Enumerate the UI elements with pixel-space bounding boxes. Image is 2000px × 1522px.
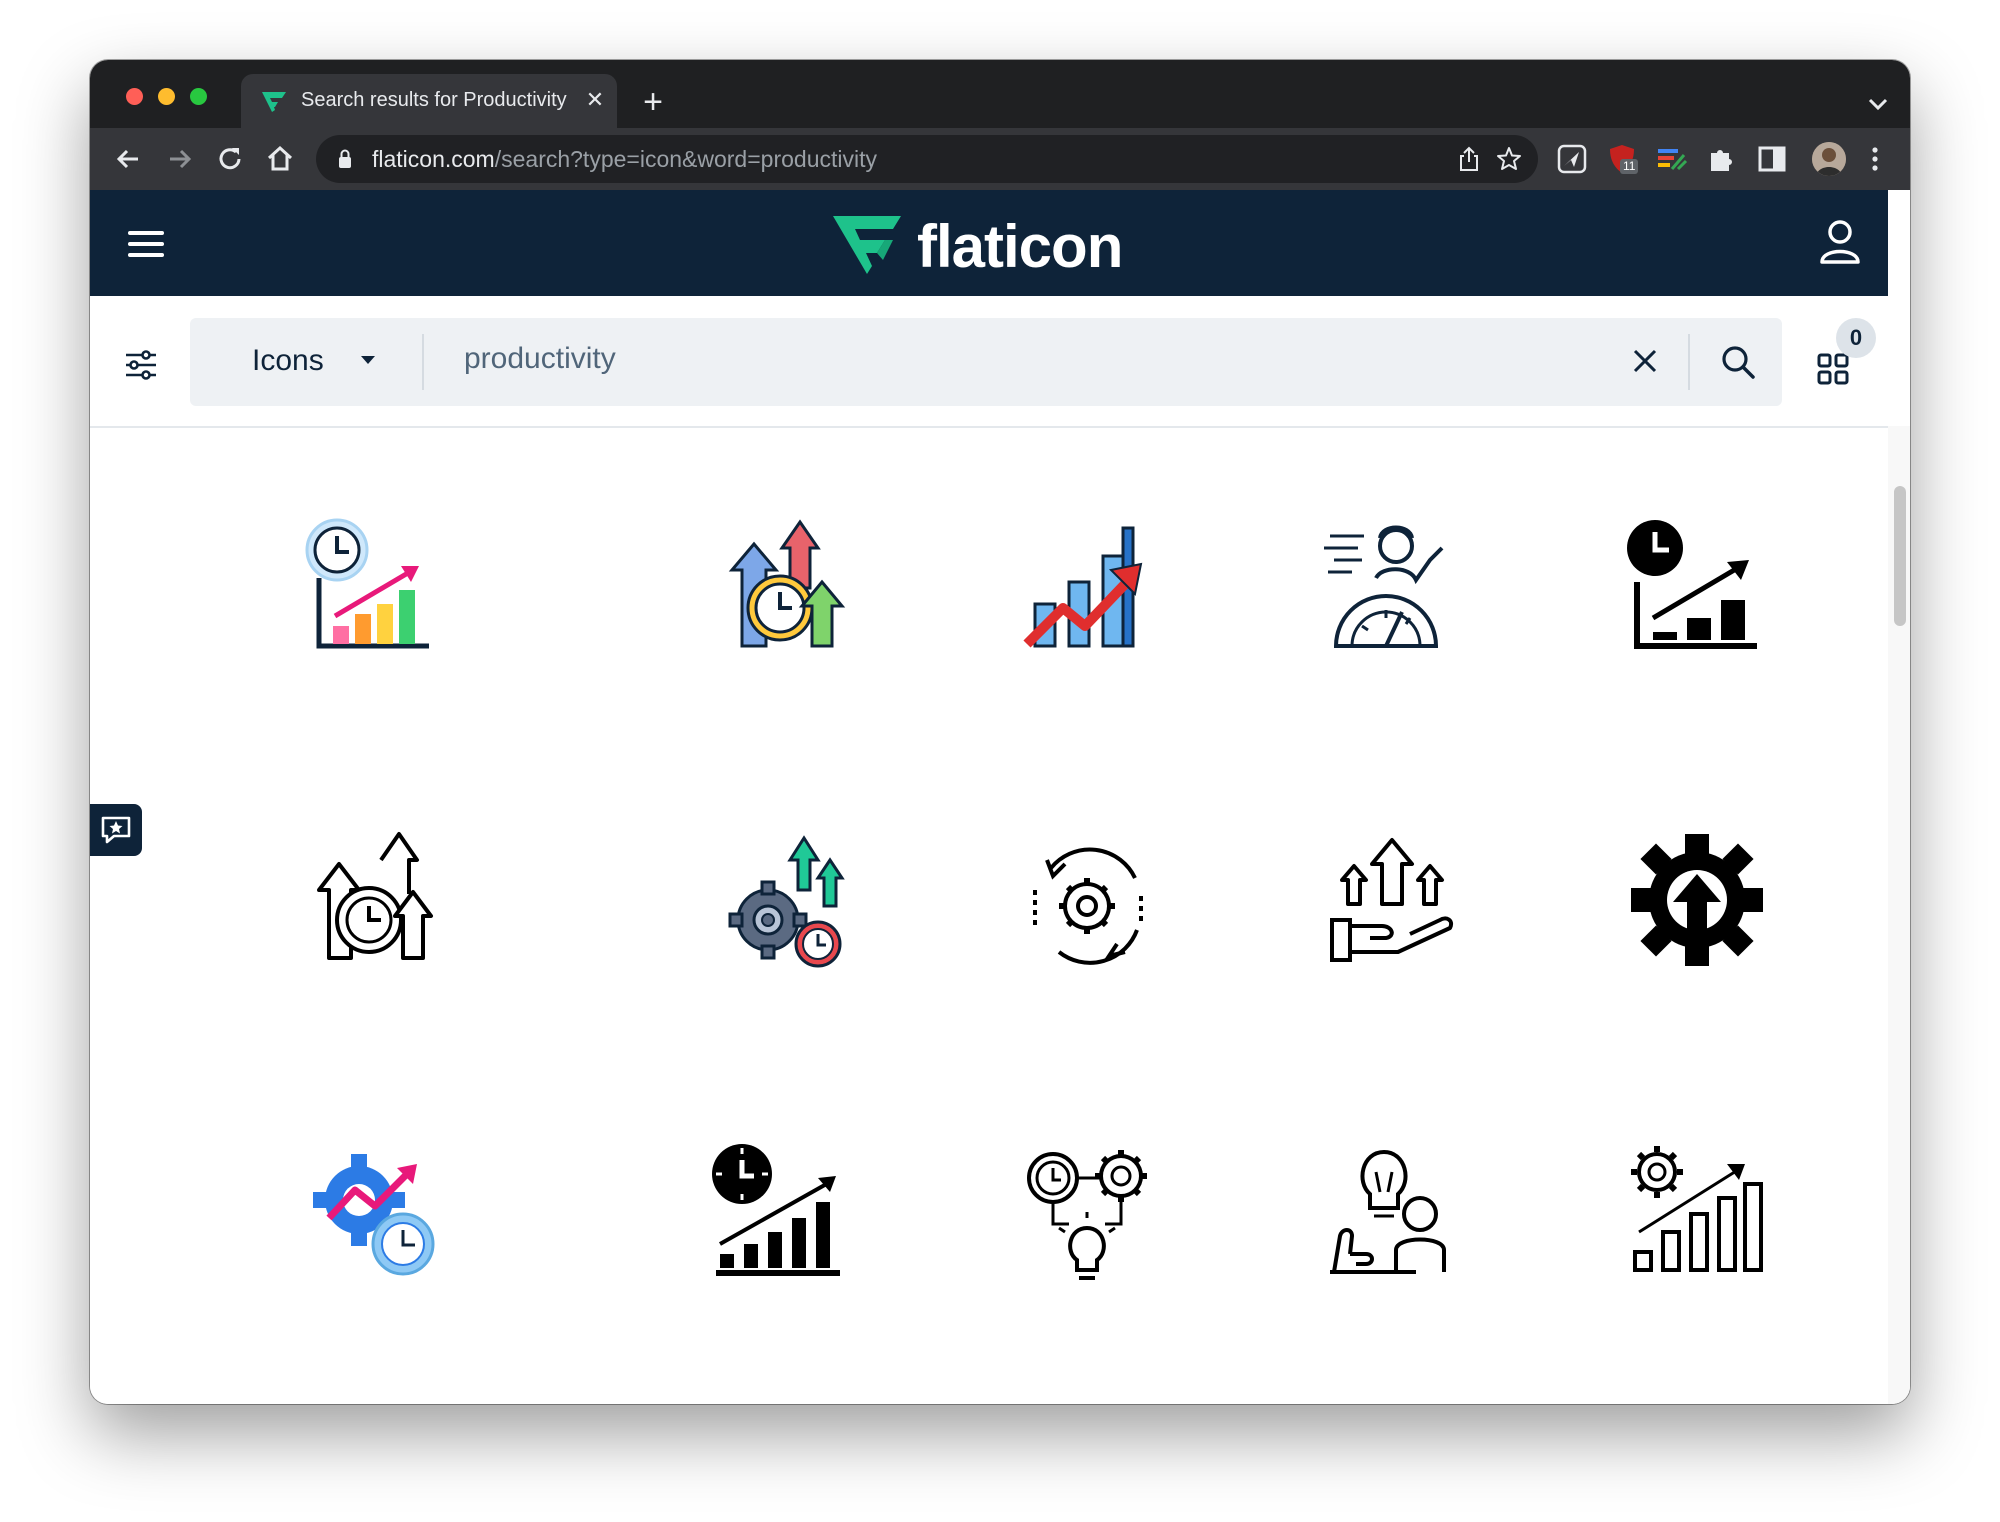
clear-search-icon[interactable] bbox=[1630, 346, 1660, 376]
close-window-button[interactable] bbox=[126, 88, 143, 105]
search-bar-row: Icons productivity 0 bbox=[90, 296, 1888, 428]
icon-result-12[interactable] bbox=[702, 1132, 862, 1292]
icon-result-9[interactable] bbox=[1312, 820, 1472, 980]
forward-arrow-icon[interactable] bbox=[164, 143, 196, 175]
icon-result-5[interactable] bbox=[1617, 508, 1777, 668]
title-bar: Search results for Productivity ✕ + bbox=[90, 60, 1910, 128]
extension-badge: 11 bbox=[1620, 159, 1639, 174]
icon-result-2[interactable] bbox=[702, 508, 862, 668]
search-input[interactable]: productivity bbox=[464, 342, 616, 376]
tab-title: Search results for Productivity bbox=[301, 89, 567, 111]
search-divider bbox=[422, 334, 424, 390]
hand-arrows-icon bbox=[1330, 838, 1453, 962]
lock-icon[interactable] bbox=[338, 149, 352, 169]
clock-gear-bulb-icon bbox=[1027, 1150, 1147, 1280]
flaticon-logo[interactable]: flaticon bbox=[833, 213, 1145, 280]
time-growth-chart-icon bbox=[305, 518, 429, 649]
search-icon[interactable] bbox=[1720, 344, 1756, 380]
flaticon-favicon-icon bbox=[262, 92, 286, 112]
clock-arrows-outline-icon bbox=[317, 832, 433, 960]
site-header: flaticon bbox=[90, 190, 1888, 296]
send-extension-icon[interactable] bbox=[1556, 143, 1588, 175]
person-idea-icon bbox=[1330, 1149, 1446, 1274]
browser-tab-active[interactable]: Search results for Productivity ✕ bbox=[241, 74, 617, 128]
tab-search-chevron-icon[interactable] bbox=[1866, 94, 1890, 114]
collection-grid-icon[interactable] bbox=[1816, 352, 1850, 386]
browser-menu-icon[interactable] bbox=[1868, 143, 1882, 175]
new-tab-button[interactable]: + bbox=[636, 85, 670, 120]
reload-icon[interactable] bbox=[214, 143, 246, 175]
icon-result-14[interactable] bbox=[1312, 1132, 1472, 1292]
url-domain: flaticon.com bbox=[372, 146, 495, 172]
scrollbar-thumb[interactable] bbox=[1894, 486, 1906, 626]
gear-upload-icon bbox=[1631, 834, 1763, 966]
browser-window: Search results for Productivity ✕ + flat… bbox=[90, 60, 1910, 1404]
maximize-window-button[interactable] bbox=[190, 88, 207, 105]
icon-result-8[interactable] bbox=[1007, 820, 1167, 980]
clock-stairs-chart-icon bbox=[712, 1144, 840, 1276]
logo-wordmark: flaticon bbox=[917, 213, 1123, 280]
filters-sliders-icon[interactable] bbox=[124, 350, 158, 380]
fast-worker-icon bbox=[1324, 525, 1444, 648]
feedback-star-icon bbox=[101, 816, 131, 844]
flaticon-logo-mark-icon bbox=[833, 216, 901, 274]
side-panel-icon[interactable] bbox=[1756, 143, 1788, 175]
bar-chart-trend-icon bbox=[1023, 526, 1143, 648]
back-arrow-icon[interactable] bbox=[112, 143, 144, 175]
gear-trend-clock-icon bbox=[313, 1154, 435, 1276]
profile-avatar[interactable] bbox=[1812, 142, 1846, 176]
icon-result-15[interactable] bbox=[1617, 1132, 1777, 1292]
home-icon[interactable] bbox=[264, 143, 296, 175]
url-path: /search?type=icon&word=productivity bbox=[494, 146, 877, 172]
puzzle-extensions-icon[interactable] bbox=[1706, 143, 1738, 175]
ublock-extension-icon[interactable]: 11 bbox=[1606, 143, 1639, 175]
page-viewport: flaticon Icons productivity 0 bbox=[90, 190, 1910, 1404]
icon-result-11[interactable] bbox=[297, 1132, 457, 1292]
bookmark-star-icon[interactable] bbox=[1496, 146, 1522, 172]
address-bar[interactable]: flaticon.com/search?type=icon&word=produ… bbox=[316, 135, 1538, 183]
collection-count-badge: 0 bbox=[1836, 318, 1876, 358]
dropdown-caret-icon[interactable] bbox=[360, 354, 376, 366]
icon-result-6[interactable] bbox=[297, 820, 457, 980]
user-account-icon[interactable] bbox=[1818, 218, 1862, 264]
minimize-window-button[interactable] bbox=[158, 88, 175, 105]
search-box: Icons productivity bbox=[190, 318, 1782, 406]
colorful-extension-icon[interactable] bbox=[1656, 143, 1688, 175]
gear-chart-outline-icon bbox=[1631, 1146, 1763, 1272]
icon-result-7[interactable] bbox=[702, 820, 862, 980]
browser-toolbar: flaticon.com/search?type=icon&word=produ… bbox=[90, 128, 1910, 190]
gear-arrows-clock-icon bbox=[728, 835, 845, 968]
clock-growth-arrows-icon bbox=[728, 519, 846, 648]
search-divider-right bbox=[1688, 334, 1690, 390]
gear-cycle-icon bbox=[1033, 847, 1143, 965]
clock-bar-chart-icon bbox=[1627, 520, 1757, 649]
icon-result-4[interactable] bbox=[1312, 508, 1472, 668]
icon-result-10[interactable] bbox=[1617, 820, 1777, 980]
feedback-button[interactable] bbox=[90, 804, 142, 856]
share-icon[interactable] bbox=[1456, 146, 1482, 172]
icon-result-13[interactable] bbox=[1007, 1132, 1167, 1292]
tab-close-icon[interactable]: ✕ bbox=[581, 86, 609, 114]
user-photo-icon bbox=[1812, 142, 1846, 176]
search-type-dropdown[interactable]: Icons bbox=[252, 344, 324, 378]
url-text[interactable]: flaticon.com/search?type=icon&word=produ… bbox=[372, 146, 877, 173]
icon-result-3[interactable] bbox=[1007, 508, 1167, 668]
icon-result-1[interactable] bbox=[297, 508, 457, 668]
hamburger-menu-icon[interactable] bbox=[126, 228, 166, 260]
